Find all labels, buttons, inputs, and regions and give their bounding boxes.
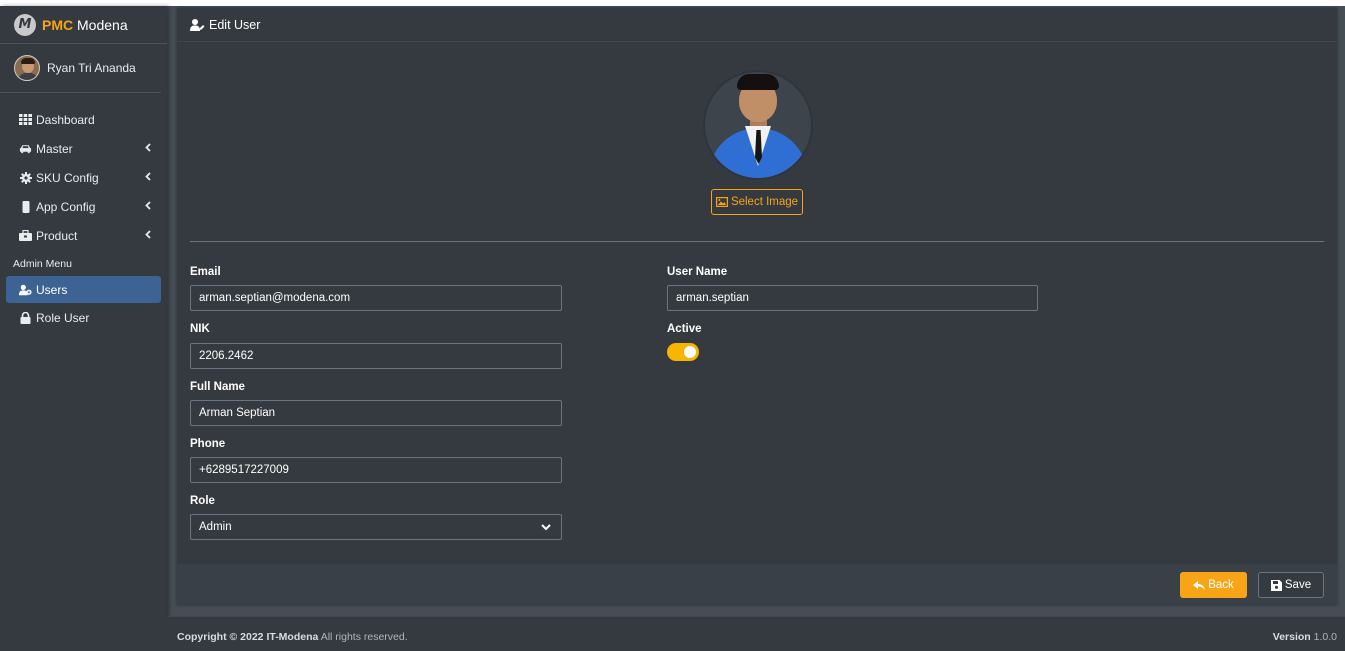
- nik-field[interactable]: 2206.2462: [190, 343, 562, 369]
- sidebar-item-label: SKU Config: [36, 170, 99, 185]
- copyright: Copyright © 2022 IT-Modena All rights re…: [177, 631, 408, 643]
- chevron-left-icon: [145, 172, 151, 181]
- save-icon: [1270, 579, 1282, 591]
- select-image-button[interactable]: Select Image: [711, 189, 803, 215]
- sidebar-item-users[interactable]: Users: [6, 276, 161, 303]
- active-label: Active: [667, 323, 702, 335]
- sidebar: M PMC Modena Ryan Tri Ananda Dashboard M…: [0, 6, 167, 651]
- sidebar-item-label: Product: [36, 228, 78, 243]
- edit-user-card: Edit User Select Image Email arman.septi…: [177, 8, 1337, 605]
- phone-label: Phone: [190, 438, 226, 450]
- mobile-icon: [19, 200, 32, 213]
- sidebar-item-label: Role User: [36, 310, 90, 325]
- chevron-down-icon: [541, 523, 551, 530]
- brand-logo-icon: M: [14, 13, 36, 36]
- sidebar-item-app-config[interactable]: App Config: [6, 192, 161, 221]
- sidebar-item-product[interactable]: Product: [6, 221, 161, 250]
- divider: [190, 241, 1324, 242]
- role-value: Admin: [199, 521, 232, 533]
- page-footer: Copyright © 2022 IT-Modena All rights re…: [167, 616, 1345, 651]
- version: Version 1.0.0: [1272, 631, 1337, 643]
- role-select[interactable]: Admin: [190, 514, 562, 540]
- card-header: Edit User: [177, 8, 1337, 42]
- sidebar-item-sku-config[interactable]: SKU Config: [6, 163, 161, 192]
- back-label: Back: [1208, 579, 1234, 591]
- toolbox-icon: [19, 230, 32, 242]
- role-label: Role: [190, 495, 215, 507]
- users-icon: [19, 284, 32, 296]
- full-name-field[interactable]: Arman Septian: [190, 400, 562, 426]
- toggle-knob: [684, 346, 696, 358]
- user-name: Ryan Tri Ananda: [47, 61, 136, 75]
- reply-icon: [1193, 580, 1206, 590]
- chevron-left-icon: [145, 143, 151, 152]
- chevron-left-icon: [145, 230, 151, 239]
- sidebar-item-label: App Config: [36, 199, 96, 214]
- user-edit-icon: [190, 18, 205, 31]
- email-label: Email: [190, 266, 221, 278]
- user-panel[interactable]: Ryan Tri Ananda: [0, 44, 161, 93]
- sidebar-item-master[interactable]: Master: [6, 134, 161, 163]
- image-icon: [715, 197, 728, 207]
- card-footer: Back Save: [177, 564, 1337, 605]
- phone-field[interactable]: +6289517227009: [190, 457, 562, 483]
- sidebar-item-label: Master: [36, 141, 73, 156]
- back-button[interactable]: Back: [1180, 572, 1247, 598]
- chevron-left-icon: [145, 201, 151, 210]
- top-strip: [0, 0, 1345, 6]
- active-toggle[interactable]: [667, 343, 699, 361]
- profile-photo: [703, 70, 813, 180]
- nik-label: NIK: [190, 323, 210, 335]
- sidebar-item-dashboard[interactable]: Dashboard: [6, 105, 161, 134]
- save-button[interactable]: Save: [1258, 572, 1324, 598]
- email-field[interactable]: arman.septian@modena.com: [190, 285, 562, 311]
- gear-icon: [19, 171, 32, 184]
- select-image-label: Select Image: [730, 196, 799, 208]
- lock-icon: [19, 311, 32, 324]
- username-field[interactable]: arman.septian: [667, 285, 1038, 311]
- page-title: Edit User: [209, 17, 261, 32]
- car-icon: [19, 143, 32, 155]
- brand-rest: Modena: [73, 16, 128, 33]
- brand[interactable]: M PMC Modena: [0, 6, 167, 44]
- brand-strong: PMC: [42, 16, 74, 33]
- full-name-label: Full Name: [190, 381, 245, 393]
- save-label: Save: [1284, 579, 1312, 591]
- sidebar-item-label: Dashboard: [36, 112, 95, 127]
- sidebar-nav: Dashboard Master SKU Config App Config P…: [0, 93, 167, 332]
- grid-icon: [19, 114, 32, 126]
- company-link[interactable]: IT-Modena: [266, 631, 318, 643]
- avatar: [14, 55, 40, 81]
- nav-header-admin-menu: Admin Menu: [13, 258, 72, 270]
- sidebar-item-role-user[interactable]: Role User: [6, 303, 161, 332]
- username-label: User Name: [667, 266, 728, 278]
- sidebar-item-label: Users: [36, 282, 68, 297]
